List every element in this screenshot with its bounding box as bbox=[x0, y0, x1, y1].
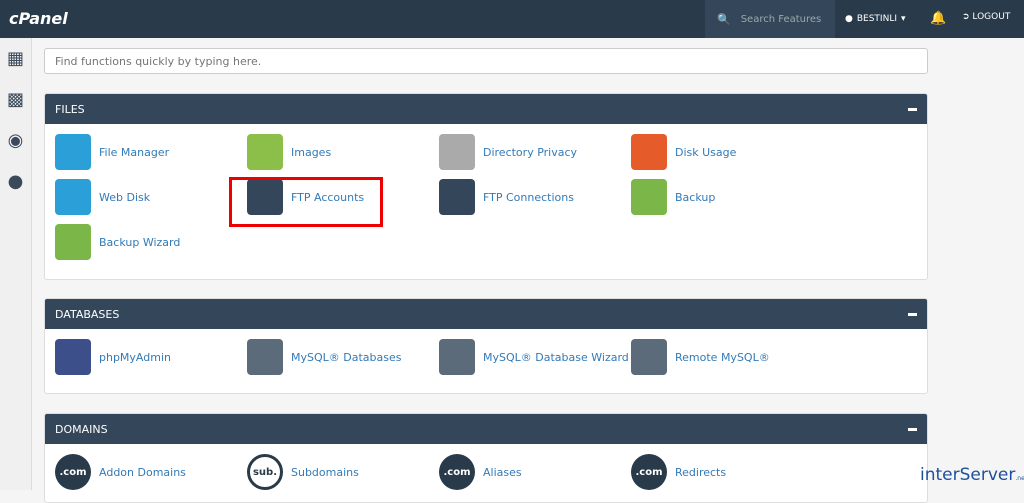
section-databases: DATABASES phpMyAdmin MySQL® Databases MySQL… bbox=[44, 298, 928, 394]
feature-icon bbox=[55, 134, 91, 170]
section-files: FILES File Manager Images Directory Privacy… bbox=[44, 93, 928, 280]
logout-button[interactable]: ➲ LOGOUT bbox=[962, 12, 1010, 22]
find-functions-input[interactable] bbox=[44, 48, 928, 74]
feature-label[interactable]: Web Disk bbox=[99, 191, 150, 204]
section-title: DATABASES bbox=[55, 307, 120, 321]
search-features-input[interactable] bbox=[740, 13, 831, 25]
section-header[interactable]: DATABASES bbox=[45, 299, 927, 329]
section-header[interactable]: DOMAINS bbox=[45, 414, 927, 444]
collapse-icon[interactable] bbox=[908, 427, 917, 431]
feature-icon bbox=[55, 224, 91, 260]
feature-item[interactable]: MySQL® Databases bbox=[247, 339, 439, 375]
feature-label[interactable]: Directory Privacy bbox=[483, 146, 577, 159]
collapse-icon[interactable] bbox=[908, 312, 917, 316]
feature-icon: .com bbox=[631, 454, 667, 490]
feature-label[interactable]: Backup Wizard bbox=[99, 236, 180, 249]
section-title: DOMAINS bbox=[55, 422, 108, 436]
feature-item[interactable]: File Manager bbox=[55, 134, 247, 170]
username: BESTINLI bbox=[856, 14, 897, 24]
stats-icon[interactable]: ▩ bbox=[0, 79, 31, 120]
feature-label[interactable]: Remote MySQL® bbox=[675, 351, 770, 364]
feature-item[interactable]: .com Aliases bbox=[439, 454, 631, 490]
feature-icon bbox=[247, 134, 283, 170]
feature-label[interactable]: Subdomains bbox=[291, 466, 359, 479]
feature-label[interactable]: Images bbox=[291, 146, 331, 159]
search-features[interactable]: 🔍 bbox=[705, 0, 835, 38]
feature-item[interactable]: Backup Wizard bbox=[55, 224, 247, 260]
logout-label: LOGOUT bbox=[972, 12, 1011, 22]
feature-item[interactable]: .com Addon Domains bbox=[55, 454, 247, 490]
feature-label[interactable]: Disk Usage bbox=[675, 146, 736, 159]
bell-icon[interactable]: 🔔 bbox=[930, 11, 946, 26]
feature-label[interactable]: Aliases bbox=[483, 466, 522, 479]
section-title: FILES bbox=[55, 102, 85, 116]
feature-item[interactable]: phpMyAdmin bbox=[55, 339, 247, 375]
top-bar: cPanel 🔍 ●BESTINLI ▾ 🔔 ➲ LOGOUT bbox=[0, 0, 1024, 38]
cpanel-logo[interactable]: cPanel bbox=[9, 9, 68, 28]
caret-down-icon: ▾ bbox=[901, 14, 906, 24]
feature-item[interactable]: MySQL® Database Wizard bbox=[439, 339, 631, 375]
feature-item[interactable]: Backup bbox=[631, 179, 823, 215]
feature-label[interactable]: MySQL® Database Wizard bbox=[483, 351, 629, 364]
feature-label[interactable]: MySQL® Databases bbox=[291, 351, 401, 364]
feature-icon: sub. bbox=[247, 454, 283, 490]
feature-icon: .com bbox=[55, 454, 91, 490]
grid-icon[interactable]: ▦ bbox=[0, 38, 31, 79]
feature-icon bbox=[55, 339, 91, 375]
feature-icon: .com bbox=[439, 454, 475, 490]
feature-item[interactable]: sub. Subdomains bbox=[247, 454, 439, 490]
user-icon: ● bbox=[845, 14, 853, 24]
feature-label[interactable]: Redirects bbox=[675, 466, 726, 479]
feature-icon bbox=[439, 339, 475, 375]
feature-icon bbox=[631, 134, 667, 170]
user-menu[interactable]: ● BESTINLI ▾ bbox=[845, 0, 906, 38]
feature-item[interactable]: FTP Connections bbox=[439, 179, 631, 215]
feature-item[interactable]: Remote MySQL® bbox=[631, 339, 823, 375]
feature-icon bbox=[439, 134, 475, 170]
sidebar: ▦ ▩ ◉ ● bbox=[0, 38, 32, 490]
feature-label[interactable]: File Manager bbox=[99, 146, 169, 159]
feature-item[interactable]: Images bbox=[247, 134, 439, 170]
feature-icon bbox=[55, 179, 91, 215]
highlight-box bbox=[229, 177, 383, 227]
palette-icon[interactable]: ◉ bbox=[0, 120, 31, 161]
feature-item[interactable]: Web Disk bbox=[55, 179, 247, 215]
search-icon: 🔍 bbox=[717, 12, 731, 26]
section-header[interactable]: FILES bbox=[45, 94, 927, 124]
feature-icon bbox=[631, 339, 667, 375]
feature-label[interactable]: Addon Domains bbox=[99, 466, 186, 479]
feature-label[interactable]: FTP Connections bbox=[483, 191, 574, 204]
feature-icon bbox=[631, 179, 667, 215]
feature-item[interactable]: Disk Usage bbox=[631, 134, 823, 170]
feature-icon bbox=[439, 179, 475, 215]
feature-icon bbox=[247, 339, 283, 375]
interserver-watermark: interServer.net bbox=[920, 465, 1024, 485]
feature-item[interactable]: .com Redirects bbox=[631, 454, 823, 490]
feature-label[interactable]: phpMyAdmin bbox=[99, 351, 171, 364]
users-icon[interactable]: ● bbox=[0, 161, 31, 202]
feature-label[interactable]: Backup bbox=[675, 191, 715, 204]
collapse-icon[interactable] bbox=[908, 107, 917, 111]
feature-item[interactable]: Directory Privacy bbox=[439, 134, 631, 170]
